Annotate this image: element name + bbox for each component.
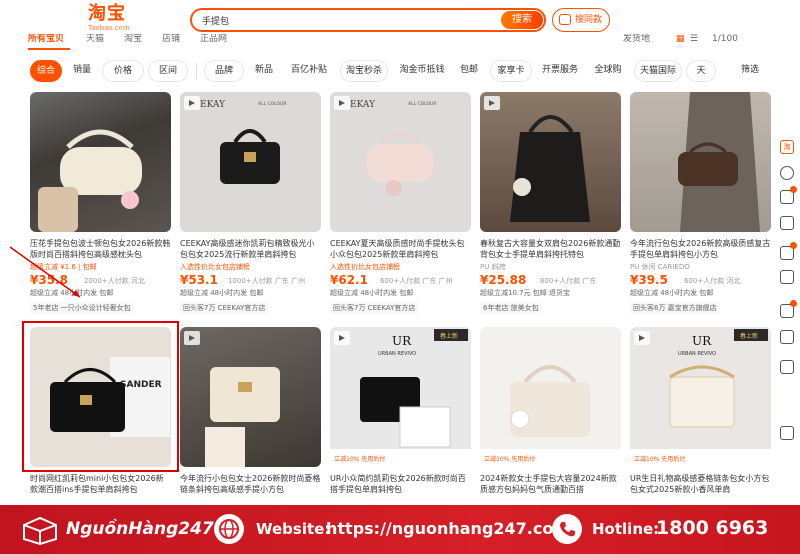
service-icon[interactable] bbox=[780, 330, 794, 344]
footer-banner: NguồnHàng247 Website: https://nguonhang2… bbox=[0, 505, 800, 554]
right-toolbar: 淘 bbox=[774, 130, 800, 460]
annotation-arrow bbox=[9, 246, 81, 298]
website-url[interactable]: https://nguonhang247.com/ bbox=[326, 519, 576, 538]
cart-badge bbox=[790, 186, 797, 193]
hotline-label: Hotline: bbox=[592, 520, 660, 538]
website-label: Website: bbox=[256, 520, 331, 538]
history-icon[interactable] bbox=[780, 270, 794, 284]
brand-name: NguồnHàng247 bbox=[66, 519, 214, 539]
cart-icon-3[interactable] bbox=[780, 426, 794, 440]
box-icon bbox=[23, 516, 57, 545]
badge bbox=[790, 242, 797, 249]
taobao-icon[interactable]: 淘 bbox=[780, 140, 794, 154]
favorites-icon[interactable] bbox=[780, 216, 794, 230]
phone-icon bbox=[552, 514, 582, 544]
chat-icon[interactable] bbox=[780, 166, 794, 180]
hotline-number[interactable]: 1800 6963 bbox=[656, 517, 768, 539]
badge bbox=[790, 300, 797, 307]
feedback-icon[interactable] bbox=[780, 360, 794, 374]
globe-icon bbox=[214, 514, 244, 544]
